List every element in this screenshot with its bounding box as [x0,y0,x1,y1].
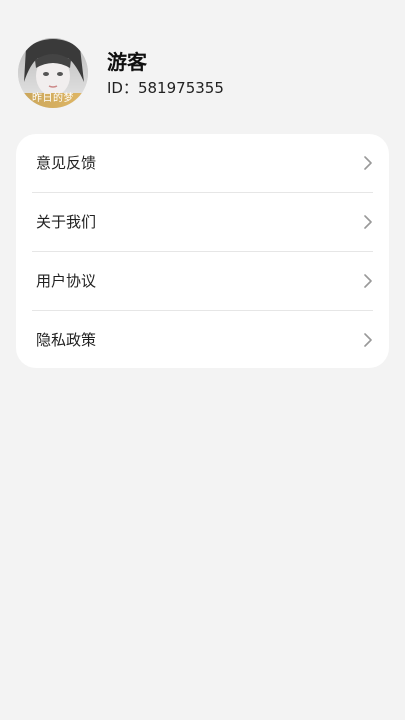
menu-item-user-agreement[interactable]: 用户协议 [32,252,373,310]
chevron-right-icon [364,333,372,347]
menu-item-label: 关于我们 [36,213,97,231]
menu-item-about-us[interactable]: 关于我们 [32,193,373,251]
user-profile-header: 昨日的梦 游客 ID：581975355 [18,38,388,108]
avatar-caption: 昨日的梦 [32,93,74,104]
menu-item-label: 用户协议 [36,272,97,290]
avatar[interactable]: 昨日的梦 [18,38,88,108]
menu-item-feedback[interactable]: 意见反馈 [32,134,373,192]
menu-item-privacy-policy[interactable]: 隐私政策 [32,311,373,369]
menu-item-label: 隐私政策 [36,331,97,349]
user-id: ID：581975355 [107,79,224,97]
chevron-right-icon [364,215,372,229]
settings-menu-card: 意见反馈 关于我们 用户协议 隐私政策 [16,134,389,368]
chevron-right-icon [364,274,372,288]
chevron-right-icon [364,156,372,170]
user-name: 游客 [107,50,147,74]
menu-item-label: 意见反馈 [36,154,97,172]
